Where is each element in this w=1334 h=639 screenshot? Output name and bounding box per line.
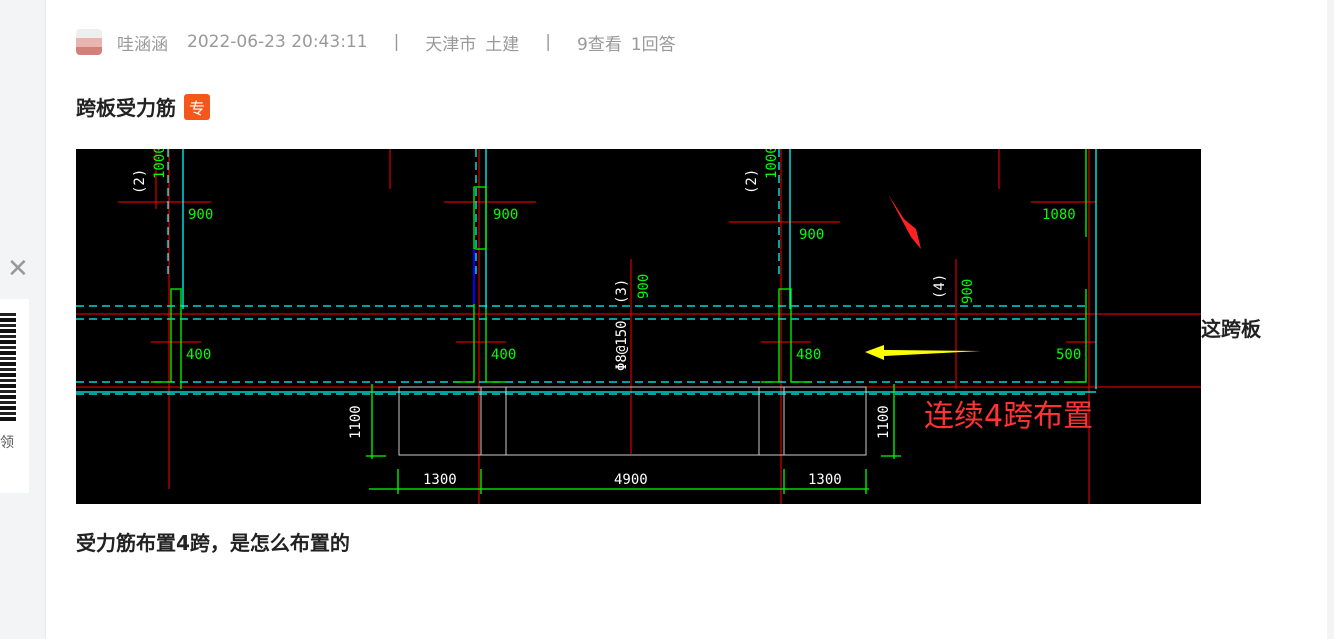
label: 480 — [796, 347, 821, 363]
post-meta: 哇涵涵 2022-06-23 20:43:11 | 天津市 土建 | 9查看 1… — [76, 29, 676, 55]
foundation-outline — [398, 386, 867, 456]
avatar[interactable] — [76, 29, 102, 55]
qr-text: 领 — [0, 435, 14, 451]
red-arrow-icon — [888, 194, 921, 249]
qr-code-panel: 领 — [0, 299, 29, 493]
label: 1300 — [808, 472, 842, 488]
label: 400 — [491, 347, 516, 363]
qr-code — [0, 313, 16, 421]
label: 500 — [1056, 347, 1081, 363]
label: 1100 — [876, 405, 892, 439]
label: 1000 — [764, 149, 780, 179]
annotation-text: 连续4跨布置 — [924, 399, 1093, 434]
answer-count: 1回答 — [630, 34, 676, 55]
professional-badge: 专 — [184, 93, 210, 120]
yellow-arrow-icon — [865, 345, 981, 360]
post-category: 土建 — [485, 34, 520, 55]
author-name[interactable]: 哇涵涵 — [117, 30, 168, 55]
side-note: 这跨板 — [1201, 317, 1261, 341]
close-icon[interactable]: ✕ — [7, 256, 29, 282]
label: (4) — [932, 274, 948, 299]
label: (3) — [614, 279, 630, 304]
label: 1100 — [348, 405, 364, 439]
label: 1000 — [152, 149, 168, 179]
post-datetime: 2022-06-23 20:43:11 — [187, 32, 368, 52]
label: 900 — [188, 207, 213, 223]
label: 400 — [186, 347, 211, 363]
label: 900 — [493, 207, 518, 223]
label: 900 — [960, 279, 976, 304]
label: 4900 — [614, 472, 648, 488]
cad-drawing-image[interactable]: 1000 (2) 900 900 1000 (2) 900 1080 400 4… — [76, 145, 1201, 504]
post-body: 受力筋布置4跨，是怎么布置的 — [76, 531, 350, 555]
label: 900 — [799, 227, 824, 243]
axis-lines — [76, 149, 1201, 504]
label: (2) — [744, 169, 760, 194]
label: Φ8@150 — [614, 320, 630, 371]
dashed-lines — [76, 149, 1097, 395]
label: (2) — [132, 169, 148, 194]
post-title: 跨板受力筋 专 — [76, 92, 210, 121]
label: 1080 — [1042, 207, 1076, 223]
post-location: 天津市 — [425, 34, 477, 55]
separator: | — [393, 32, 400, 52]
post-title-text: 跨板受力筋 — [76, 96, 176, 120]
label: 1300 — [423, 472, 457, 488]
label: 900 — [636, 274, 652, 299]
separator: | — [545, 32, 552, 52]
view-count: 9查看 — [577, 34, 622, 55]
